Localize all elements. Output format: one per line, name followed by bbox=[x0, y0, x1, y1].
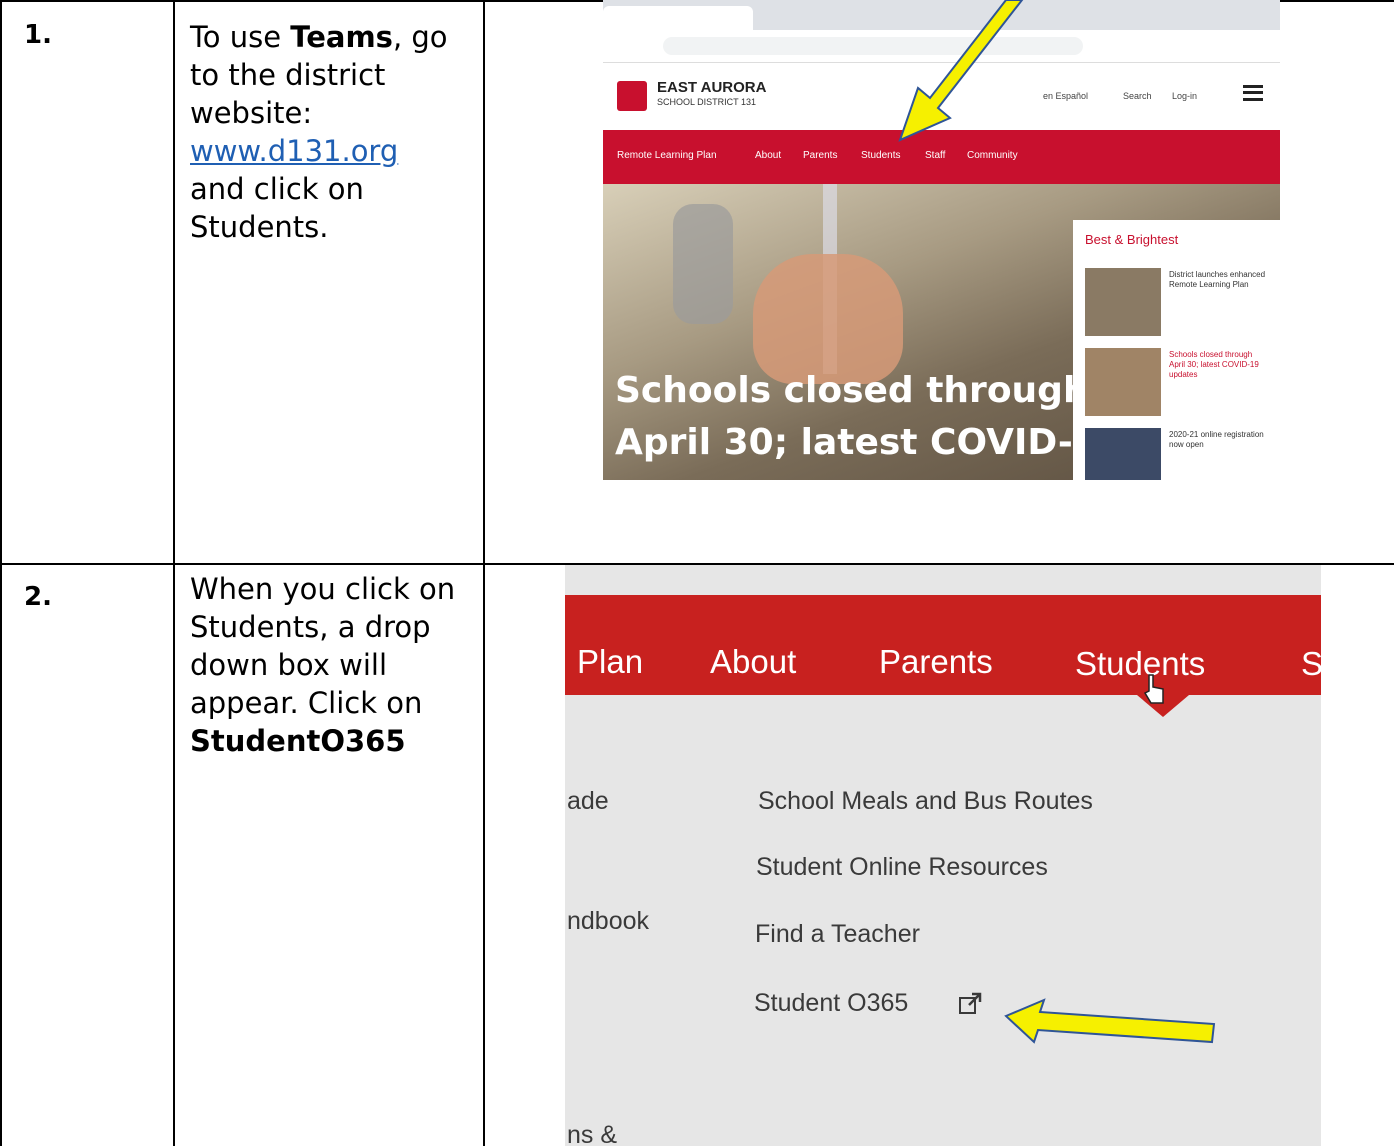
table-border-col2 bbox=[483, 0, 485, 1146]
menu-find-a-teacher[interactable]: Find a Teacher bbox=[755, 920, 920, 949]
nav-parents[interactable]: Parents bbox=[803, 150, 837, 161]
table-border-col1 bbox=[173, 0, 175, 1146]
step2-bold-student-o365: StudentO365 bbox=[190, 724, 406, 758]
header-link-login[interactable]: Log-in bbox=[1172, 91, 1197, 101]
faucet-shape bbox=[673, 204, 733, 324]
sidebar-thumb-3 bbox=[1085, 428, 1161, 480]
left-fragment-3: ns & bbox=[567, 1121, 618, 1146]
yellow-arrow-icon-1 bbox=[898, 0, 1024, 142]
step-number-1: 1. bbox=[24, 20, 52, 50]
menu-student-online-resources[interactable]: Student Online Resources bbox=[756, 853, 1048, 882]
district-website-link[interactable]: www.d131.org bbox=[190, 134, 398, 168]
screenshot-students-dropdown: Plan About Parents Students S ade ndbook… bbox=[565, 565, 1321, 1146]
sidebar-title: Best & Brightest bbox=[1085, 232, 1179, 247]
sidebar-item-2[interactable]: Schools closed through April 30; latest … bbox=[1169, 350, 1269, 380]
step-text-1: To use Teams, go to the district website… bbox=[190, 18, 475, 246]
left-fragment-2: ndbook bbox=[567, 907, 650, 935]
photo-nav-next: S bbox=[1301, 645, 1321, 682]
nav-community[interactable]: Community bbox=[967, 150, 1018, 161]
photo-nav-parents: Parents bbox=[879, 643, 993, 680]
hamburger-menu-icon[interactable] bbox=[1243, 85, 1263, 101]
hero-headline-1: Schools closed through bbox=[615, 370, 1089, 411]
browser-tab bbox=[603, 6, 753, 30]
step-text-2: When you click on Students, a drop down … bbox=[190, 570, 475, 760]
header-link-search[interactable]: Search bbox=[1123, 91, 1152, 101]
hero-headline-2: April 30; latest COVID-19 bbox=[615, 422, 1123, 463]
nav-about[interactable]: About bbox=[755, 150, 781, 161]
best-brightest-sidebar: Best & Brightest District launches enhan… bbox=[1073, 220, 1280, 480]
menu-school-meals[interactable]: School Meals and Bus Routes bbox=[758, 787, 1093, 816]
district-logo-icon bbox=[617, 81, 647, 111]
photo-nav-about: About bbox=[710, 643, 797, 680]
sidebar-item-3[interactable]: 2020-21 online registration now open bbox=[1169, 430, 1269, 450]
sidebar-thumb-1 bbox=[1085, 268, 1161, 336]
sidebar-item-1[interactable]: District launches enhanced Remote Learni… bbox=[1169, 270, 1269, 290]
nav-remote-learning-plan[interactable]: Remote Learning Plan bbox=[617, 150, 717, 161]
photo-nav-plan: Plan bbox=[577, 643, 644, 680]
step1-text-c: and click on Students. bbox=[190, 172, 364, 244]
external-link-icon bbox=[959, 992, 982, 1014]
step2-text-a: When you click on Students, a drop down … bbox=[190, 572, 456, 720]
left-fragment-1: ade bbox=[567, 787, 609, 815]
hands-shape bbox=[753, 254, 903, 384]
step1-text-a: To use bbox=[190, 20, 291, 54]
yellow-arrow-icon-2 bbox=[1004, 998, 1216, 1044]
step1-bold-teams: Teams bbox=[290, 20, 393, 54]
photo-nav-band: Plan About Parents Students S bbox=[565, 595, 1321, 695]
table-border-left bbox=[0, 0, 2, 1146]
header-link-espanol[interactable]: en Español bbox=[1043, 91, 1088, 101]
nav-students[interactable]: Students bbox=[861, 150, 900, 161]
nav-staff[interactable]: Staff bbox=[925, 150, 945, 161]
sidebar-thumb-2 bbox=[1085, 348, 1161, 416]
menu-student-o365[interactable]: Student O365 bbox=[754, 989, 908, 1018]
logo-line1: EAST AURORA bbox=[657, 79, 767, 96]
logo-line2: SCHOOL DISTRICT 131 bbox=[657, 97, 757, 107]
mouse-cursor-icon bbox=[1143, 674, 1164, 704]
step-number-2: 2. bbox=[24, 582, 52, 612]
